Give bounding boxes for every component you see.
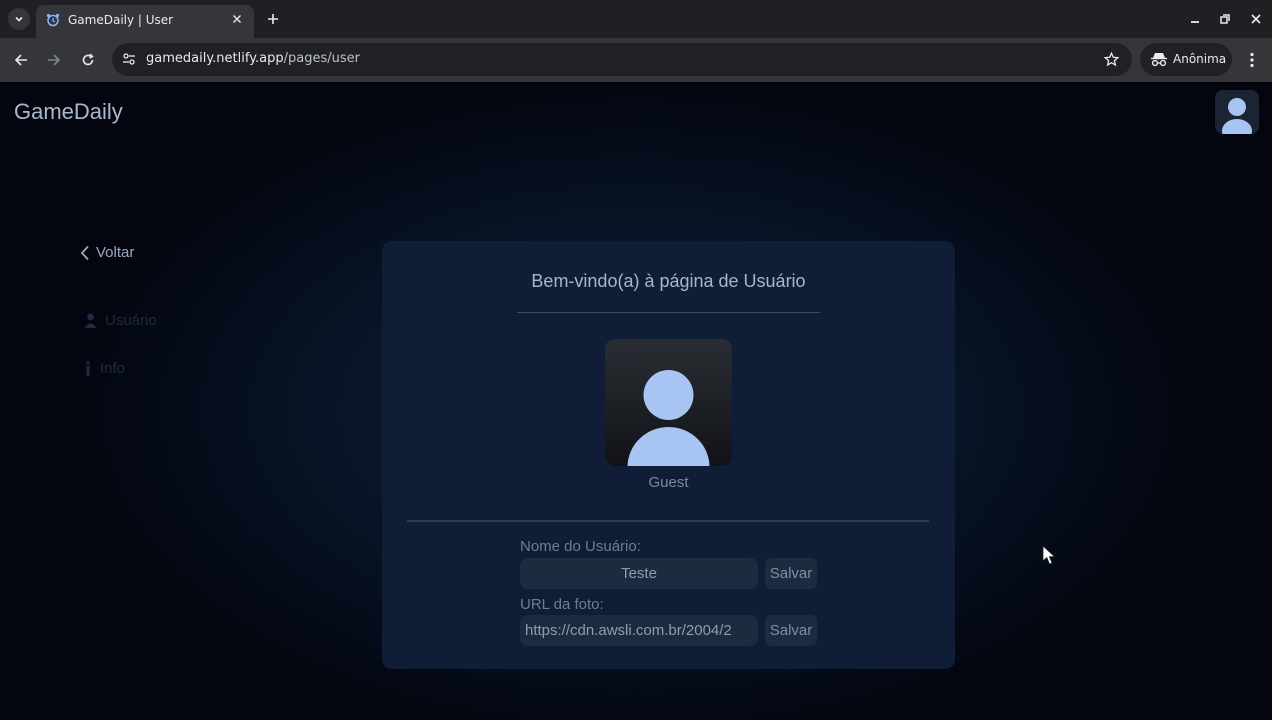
sidebar-item-label: Info	[100, 360, 126, 377]
browser-tab-bar: GameDaily | User	[0, 0, 1272, 38]
chevron-left-icon	[80, 245, 89, 260]
address-bar[interactable]: gamedaily.netlify.app/pages/user	[112, 43, 1132, 76]
page: GameDaily Voltar Usuário Info Bem-vindo(…	[0, 82, 1272, 720]
restore-icon	[1220, 14, 1230, 24]
reload-button[interactable]	[77, 49, 99, 71]
restore-button[interactable]	[1214, 8, 1236, 30]
tab-close-button[interactable]	[228, 10, 246, 28]
tab-title: GameDaily | User	[68, 13, 174, 27]
new-tab-button[interactable]	[262, 8, 284, 30]
plus-icon	[268, 14, 278, 24]
username-input[interactable]: Teste	[520, 558, 758, 589]
sidebar-item-info[interactable]: Info	[84, 360, 125, 377]
browser-menu-button[interactable]	[1242, 49, 1262, 71]
sidebar-item-usuario[interactable]: Usuário	[84, 312, 157, 329]
brand-logo[interactable]: GameDaily	[14, 99, 123, 125]
username-field-label: Nome do Usuário:	[520, 538, 641, 555]
header-avatar-button[interactable]	[1215, 90, 1259, 134]
alarm-clock-icon	[46, 13, 60, 27]
reload-icon	[82, 53, 94, 66]
info-icon	[86, 361, 90, 376]
close-window-button[interactable]	[1245, 8, 1267, 30]
user-card: Bem-vindo(a) à página de Usuário Guest N…	[382, 241, 955, 669]
incognito-label: Anônima	[1173, 52, 1227, 66]
save-username-button[interactable]: Salvar	[765, 558, 817, 589]
incognito-icon	[1151, 53, 1167, 67]
minimize-icon	[1191, 21, 1199, 23]
page-title: Bem-vindo(a) à página de Usuário	[531, 271, 806, 291]
browser-tab[interactable]: GameDaily | User	[36, 5, 254, 38]
close-icon	[1251, 14, 1261, 24]
forward-button[interactable]	[43, 49, 65, 71]
arrow-left-icon	[14, 54, 27, 66]
user-avatar-icon	[1222, 98, 1252, 134]
tune-icon	[123, 53, 135, 65]
arrow-right-icon	[48, 54, 61, 66]
browser-toolbar: gamedaily.netlify.app/pages/user Anônima	[0, 38, 1272, 82]
title-divider	[517, 312, 820, 313]
sidebar-item-label: Usuário	[105, 312, 157, 329]
username-display: Guest	[648, 474, 689, 491]
back-link[interactable]: Voltar	[80, 244, 134, 261]
chevron-down-icon	[15, 16, 23, 22]
user-icon	[84, 313, 97, 328]
photo-url-field-label: URL da foto:	[520, 596, 604, 613]
back-button[interactable]	[10, 49, 32, 71]
incognito-badge[interactable]: Anônima	[1140, 43, 1232, 76]
site-info-button[interactable]	[120, 50, 138, 68]
section-divider	[407, 520, 929, 522]
minimize-button[interactable]	[1184, 8, 1206, 30]
url-text[interactable]: gamedaily.netlify.app/pages/user	[146, 51, 360, 66]
url-host: gamedaily.netlify.app	[146, 51, 284, 66]
save-photo-url-button[interactable]: Salvar	[765, 615, 817, 646]
close-icon	[233, 15, 241, 23]
photo-url-input[interactable]: https://cdn.awsli.com.br/2004/2	[520, 615, 758, 646]
bookmark-button[interactable]	[1102, 50, 1120, 68]
url-path: /pages/user	[283, 51, 361, 66]
tab-search-button[interactable]	[8, 8, 30, 30]
back-label: Voltar	[96, 244, 135, 261]
star-icon	[1103, 51, 1119, 66]
mouse-cursor-icon	[1042, 545, 1056, 565]
profile-picture	[605, 339, 732, 466]
more-vert-icon	[1250, 52, 1254, 68]
user-avatar-icon	[627, 370, 710, 466]
